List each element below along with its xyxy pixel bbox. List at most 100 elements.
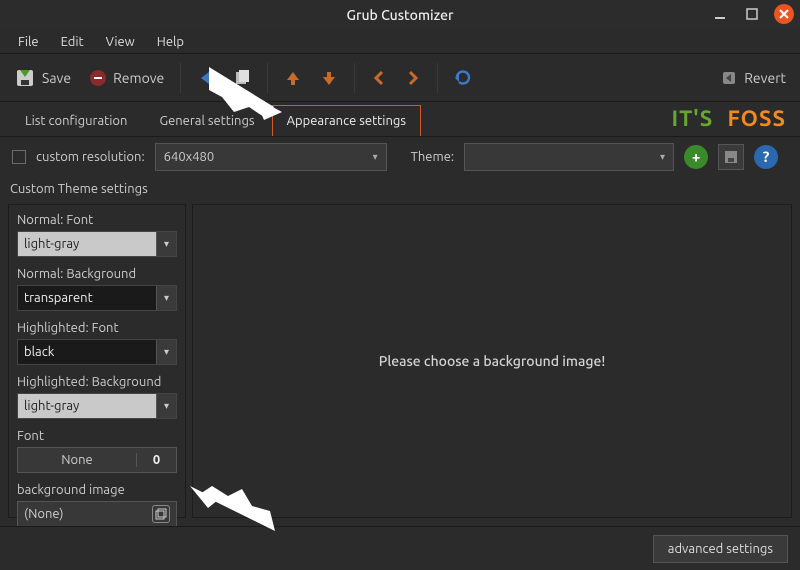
menu-help[interactable]: Help <box>147 33 194 51</box>
preview-placeholder: Please choose a background image! <box>379 353 606 369</box>
refresh-button[interactable] <box>448 65 478 91</box>
arrow-up-icon <box>284 69 302 87</box>
toolbar-separator <box>180 63 181 93</box>
field-normal-background: Normal: Background transparent ▾ <box>17 267 177 311</box>
font-name: None <box>18 453 136 467</box>
theme-select[interactable]: ▾ <box>464 143 674 171</box>
tab-bar: List configuration General settings Appe… <box>0 102 800 136</box>
bg-image-value: (None) <box>24 507 152 521</box>
titlebar: Grub Customizer <box>0 0 800 30</box>
move-up-button[interactable] <box>278 65 308 91</box>
revert-label: Revert <box>744 70 786 86</box>
hi-bg-label: Highlighted: Background <box>17 375 177 389</box>
add-theme-button[interactable]: + <box>684 145 708 169</box>
maximize-button[interactable] <box>742 4 762 24</box>
hi-font-label: Highlighted: Font <box>17 321 177 335</box>
chevron-down-icon: ▾ <box>156 340 176 364</box>
copy-toolbar-button[interactable] <box>227 65 257 91</box>
hi-bg-value: light-gray <box>24 399 79 413</box>
tab-list-configuration[interactable]: List configuration <box>10 105 142 136</box>
normal-bg-label: Normal: Background <box>17 267 177 281</box>
normal-font-select[interactable]: light-gray ▾ <box>17 231 177 257</box>
normal-font-label: Normal: Font <box>17 213 177 227</box>
toolbar-separator <box>267 63 268 93</box>
normal-bg-select[interactable]: transparent ▾ <box>17 285 177 311</box>
window-controls <box>710 4 794 24</box>
hi-bg-select[interactable]: light-gray ▾ <box>17 393 177 419</box>
chevron-right-icon <box>405 70 421 86</box>
chevron-down-icon: ▾ <box>156 286 176 310</box>
chevron-down-icon: ▾ <box>156 394 176 418</box>
toolbar: Save Remove <box>0 54 800 102</box>
section-header: Custom Theme settings <box>0 176 800 200</box>
content-row: Normal: Font light-gray ▾ Normal: Backgr… <box>0 200 800 526</box>
field-highlighted-font: Highlighted: Font black ▾ <box>17 321 177 365</box>
logo-part1: IT'S <box>671 106 713 131</box>
bg-image-picker[interactable]: (None) <box>17 501 177 526</box>
normal-font-value: light-gray <box>24 237 79 251</box>
plus-icon: + <box>692 148 700 165</box>
save-label: Save <box>42 70 71 86</box>
prev-button[interactable] <box>365 66 393 90</box>
chevron-down-icon: ▾ <box>156 232 176 256</box>
close-button[interactable] <box>774 4 794 24</box>
field-highlighted-background: Highlighted: Background light-gray ▾ <box>17 375 177 419</box>
hi-font-select[interactable]: black ▾ <box>17 339 177 365</box>
menu-file[interactable]: File <box>8 33 49 51</box>
field-normal-font: Normal: Font light-gray ▾ <box>17 213 177 257</box>
custom-resolution-label: custom resolution: <box>36 150 145 164</box>
theme-label: Theme: <box>411 150 454 164</box>
remove-label: Remove <box>113 70 164 86</box>
app-window: Grub Customizer File Edit View Help Save <box>0 0 800 570</box>
chevron-left-icon <box>371 70 387 86</box>
font-label: Font <box>17 429 177 443</box>
revert-button[interactable]: Revert <box>714 65 792 91</box>
advanced-settings-button[interactable]: advanced settings <box>653 535 788 563</box>
save-icon <box>14 67 36 89</box>
toolbar-separator <box>437 63 438 93</box>
font-size: 0 <box>136 453 176 467</box>
chevron-down-icon: ▾ <box>373 151 378 163</box>
copy-icon <box>233 69 251 87</box>
remove-button[interactable]: Remove <box>83 65 170 91</box>
tab-general-settings[interactable]: General settings <box>144 105 269 136</box>
footer: advanced settings <box>0 526 800 570</box>
theme-settings-panel: Normal: Font light-gray ▾ Normal: Backgr… <box>8 204 186 518</box>
logo-text: IT'S FOSS <box>671 106 786 132</box>
toolbar-separator <box>354 63 355 93</box>
save-button[interactable]: Save <box>8 63 77 93</box>
resolution-select[interactable]: 640x480 ▾ <box>155 143 387 171</box>
window-title: Grub Customizer <box>346 7 453 23</box>
field-font: Font None 0 <box>17 429 177 473</box>
arrow-down-icon <box>320 69 338 87</box>
menu-view[interactable]: View <box>96 33 145 51</box>
minimize-button[interactable] <box>710 4 730 24</box>
move-down-button[interactable] <box>314 65 344 91</box>
main-content: Custom Theme settings Normal: Font light… <box>0 176 800 526</box>
tab-appearance-settings[interactable]: Appearance settings <box>272 105 421 136</box>
refresh-icon <box>454 69 472 87</box>
resolution-value: 640x480 <box>164 150 215 164</box>
bg-image-label: background image <box>17 483 177 497</box>
font-select[interactable]: None 0 <box>17 447 177 473</box>
field-background-image: background image (None) <box>17 483 177 526</box>
revert-icon <box>720 69 738 87</box>
menu-edit[interactable]: Edit <box>51 33 94 51</box>
save-theme-button[interactable] <box>718 144 744 170</box>
back-button[interactable] <box>191 65 221 91</box>
menubar: File Edit View Help <box>0 30 800 54</box>
hi-font-value: black <box>24 345 54 359</box>
help-button[interactable]: ? <box>754 145 778 169</box>
help-icon: ? <box>763 148 770 165</box>
logo-part2: FOSS <box>727 106 786 131</box>
background-preview[interactable]: Please choose a background image! <box>192 204 792 518</box>
chevron-down-icon: ▾ <box>660 151 665 163</box>
arrow-left-icon <box>197 69 215 87</box>
options-row: custom resolution: 640x480 ▾ Theme: ▾ + … <box>0 136 800 176</box>
next-button[interactable] <box>399 66 427 90</box>
custom-resolution-checkbox[interactable] <box>12 150 26 164</box>
remove-icon <box>89 69 107 87</box>
floppy-icon <box>724 150 738 164</box>
normal-bg-value: transparent <box>24 291 93 305</box>
browse-icon[interactable] <box>152 505 170 523</box>
